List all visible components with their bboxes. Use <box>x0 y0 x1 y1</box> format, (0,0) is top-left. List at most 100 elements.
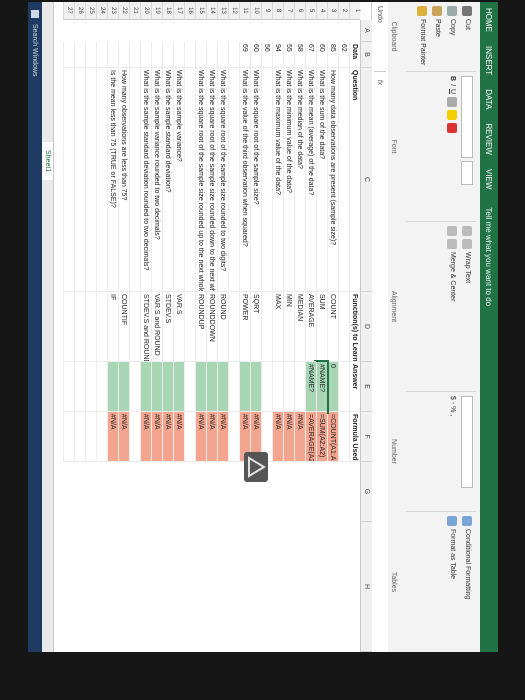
cell-d14[interactable]: ROUNDDOWN <box>206 292 217 362</box>
cell-f19[interactable]: #N/A <box>151 412 162 462</box>
cell-c11[interactable]: What is the value of the third observati… <box>239 68 250 292</box>
row-header[interactable]: 8 <box>272 2 283 20</box>
column-header-c[interactable]: C <box>360 68 372 292</box>
cell-b19[interactable] <box>151 42 162 68</box>
cell-c13[interactable]: What is the square root of the sample si… <box>217 68 228 292</box>
paste-button[interactable]: Paste <box>431 6 444 67</box>
row-header[interactable]: 22 <box>118 2 129 20</box>
number-format-buttons[interactable]: $ - % , <box>449 396 456 416</box>
cut-button[interactable]: Cut <box>461 6 474 67</box>
cell-c26[interactable] <box>74 68 85 292</box>
row-header[interactable]: 1 <box>349 2 360 20</box>
cell-e2[interactable] <box>338 362 349 412</box>
row-header[interactable]: 26 <box>74 2 85 20</box>
cell-b26[interactable] <box>74 42 85 68</box>
cell-b13[interactable] <box>217 42 228 68</box>
cell-e6[interactable] <box>294 362 305 412</box>
cell-f8[interactable]: #N/A <box>272 412 283 462</box>
cell-b18[interactable] <box>162 42 173 68</box>
tab-insert[interactable]: INSERT <box>485 46 494 75</box>
row-header[interactable]: 6 <box>294 2 305 20</box>
cell-b11[interactable]: 69 <box>239 42 250 68</box>
merge-center-button[interactable]: Merge & Center <box>449 252 456 301</box>
cell-e26[interactable] <box>74 362 85 412</box>
cell-e15[interactable] <box>195 362 206 412</box>
underline-button[interactable]: U <box>449 89 456 94</box>
cell-c17[interactable]: What is the sample variance? <box>173 68 184 292</box>
cell-d27[interactable] <box>63 292 74 362</box>
cell-b14[interactable] <box>206 42 217 68</box>
cell-d5[interactable]: AVERAGE <box>305 292 316 362</box>
column-header-d[interactable]: D <box>360 292 372 362</box>
cell-c24[interactable] <box>96 68 107 292</box>
cell-b24[interactable] <box>96 42 107 68</box>
header-cell-formula[interactable]: Formula Used <box>349 412 360 462</box>
cell-d12[interactable] <box>228 292 239 362</box>
cell-b20[interactable] <box>140 42 151 68</box>
cell-b9[interactable]: 56 <box>261 42 272 68</box>
cell-b12[interactable] <box>228 42 239 68</box>
cell-f22[interactable]: #N/A <box>118 412 129 462</box>
cell-b8[interactable]: 94 <box>272 42 283 68</box>
cell-d4[interactable]: SUM <box>316 292 327 362</box>
italic-button[interactable]: I <box>449 84 456 86</box>
cell-b3[interactable]: 85 <box>327 42 338 68</box>
cell-f7[interactable]: #N/A <box>283 412 294 462</box>
bold-button[interactable]: B <box>449 76 456 81</box>
format-painter-button[interactable]: Format Painter <box>416 6 429 67</box>
cell-b4[interactable]: 60 <box>316 42 327 68</box>
cell-e23[interactable] <box>107 362 118 412</box>
column-header-e[interactable]: E <box>360 362 372 412</box>
tab-home[interactable]: HOME <box>485 8 494 32</box>
cell-f5[interactable]: =AVERAGE(A2:A2) <box>305 412 316 462</box>
cell-b2[interactable]: 62 <box>338 42 349 68</box>
header-cell-function[interactable]: Function(s) to Learn <box>349 292 360 362</box>
cell-c7[interactable]: What is the minimum value of the data? <box>283 68 294 292</box>
cell-b7[interactable]: 55 <box>283 42 294 68</box>
row-header[interactable]: 7 <box>283 2 294 20</box>
cell-e17[interactable] <box>173 362 184 412</box>
row-header[interactable]: 21 <box>129 2 140 20</box>
row-header[interactable]: 16 <box>184 2 195 20</box>
taskbar-search[interactable]: Search Windows <box>32 24 39 77</box>
cell-e12[interactable] <box>228 362 239 412</box>
conditional-formatting-button[interactable]: Conditional Formatting <box>464 529 471 599</box>
cell-f15[interactable]: #N/A <box>195 412 206 462</box>
cell-d3[interactable]: COUNT <box>327 292 338 362</box>
undo-button[interactable]: Undo <box>377 6 384 23</box>
cell-c6[interactable]: What is the median of the data? <box>294 68 305 292</box>
cell-d20[interactable]: STDEV.S and ROUND <box>140 292 151 362</box>
row-header[interactable]: 18 <box>162 2 173 20</box>
align-center-icon[interactable] <box>447 239 458 249</box>
row-header[interactable]: 15 <box>195 2 206 20</box>
cell-f3[interactable]: =COUNT(A1:A2) <box>327 412 338 462</box>
cell-e4[interactable]: #NAME? <box>315 352 328 422</box>
cell-f23[interactable]: #N/A <box>107 412 118 462</box>
cell-b6[interactable]: 58 <box>294 42 305 68</box>
cell-d19[interactable]: VAR.S and ROUND <box>151 292 162 362</box>
cell-e20[interactable] <box>140 362 151 412</box>
cell-e18[interactable] <box>162 362 173 412</box>
fill-color-icon[interactable] <box>447 110 458 121</box>
cell-e24[interactable] <box>96 362 107 412</box>
cell-d2[interactable] <box>338 292 349 362</box>
cell-e16[interactable] <box>184 362 195 412</box>
cell-d6[interactable]: MEDIAN <box>294 292 305 362</box>
align-top-icon[interactable] <box>462 226 473 236</box>
cell-c10[interactable]: What is the square root of the sample si… <box>250 68 261 292</box>
cell-f20[interactable]: #N/A <box>140 412 151 462</box>
cell-d17[interactable]: VAR.S <box>173 292 184 362</box>
cell-f4[interactable]: =SUM(A2:A2) <box>316 412 327 462</box>
cell-b27[interactable] <box>63 42 74 68</box>
row-header[interactable]: 5 <box>305 2 316 20</box>
row-header[interactable]: 2 <box>338 2 349 20</box>
column-header-g[interactable]: G <box>360 462 372 522</box>
orientation-icon[interactable] <box>462 239 473 249</box>
borders-icon[interactable] <box>447 97 458 108</box>
row-header[interactable]: 4 <box>316 2 327 20</box>
cell-c19[interactable]: What is the sample variance rounded to t… <box>151 68 162 292</box>
row-header[interactable]: 14 <box>206 2 217 20</box>
cell-d26[interactable] <box>74 292 85 362</box>
cell-d22[interactable]: COUNTIF <box>118 292 129 362</box>
column-header-a[interactable]: A <box>360 20 372 42</box>
